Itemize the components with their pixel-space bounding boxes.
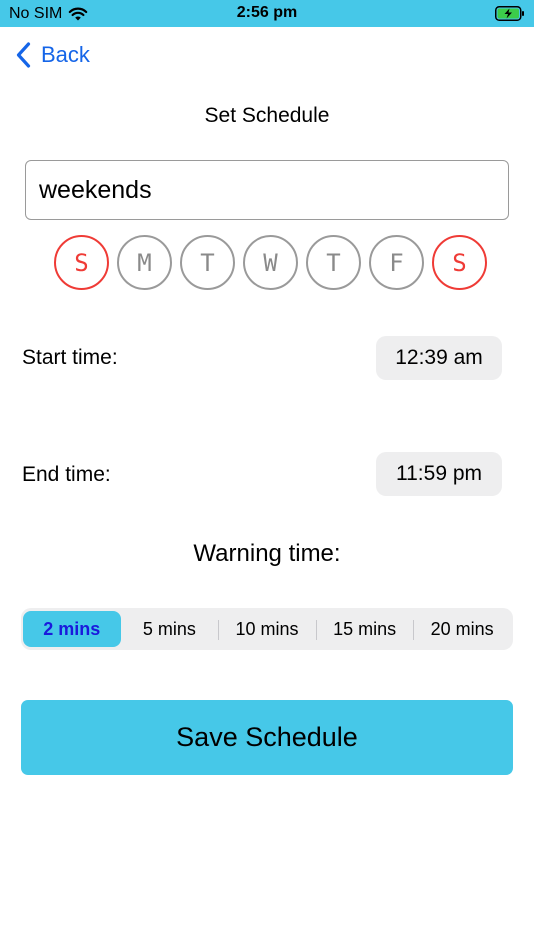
status-bar: No SIM 2:56 pm [0,0,534,27]
day-toggle-friday[interactable]: F [369,235,424,290]
battery-charging-icon [495,6,524,21]
day-selector: S M T W T F S [54,235,487,290]
end-time-label: End time: [22,463,111,486]
back-label: Back [41,42,90,67]
warning-option-15-mins[interactable]: 15 mins [315,611,414,647]
end-time-picker[interactable]: 11:59 pm [376,452,502,496]
day-toggle-monday[interactable]: M [117,235,172,290]
save-schedule-button[interactable]: Save Schedule [21,700,513,775]
warning-time-label: Warning time: [193,540,341,567]
day-toggle-thursday[interactable]: T [306,235,361,290]
warning-option-20-mins[interactable]: 20 mins [413,611,511,647]
chevron-left-icon [16,42,31,68]
start-time-picker[interactable]: 12:39 am [376,336,502,380]
warning-option-5-mins[interactable]: 5 mins [121,611,219,647]
warning-option-2-mins[interactable]: 2 mins [23,611,121,647]
day-toggle-saturday[interactable]: S [432,235,487,290]
day-toggle-tuesday[interactable]: T [180,235,235,290]
page-title: Set Schedule [204,104,330,127]
day-toggle-wednesday[interactable]: W [243,235,298,290]
day-toggle-sunday[interactable]: S [54,235,109,290]
start-time-label: Start time: [22,346,118,369]
back-button[interactable]: Back [16,40,90,70]
status-time: 2:56 pm [236,4,298,21]
schedule-name-input[interactable] [25,160,509,220]
warning-option-10-mins[interactable]: 10 mins [218,611,316,647]
warning-time-segmented-control: 2 mins 5 mins 10 mins 15 mins 20 mins [21,608,513,650]
